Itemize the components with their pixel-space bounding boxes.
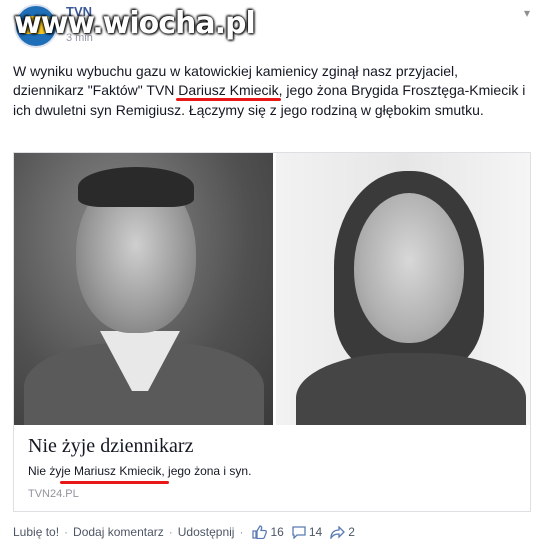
comment-link[interactable]: Dodaj komentarz <box>73 525 164 539</box>
photo-man <box>14 153 273 425</box>
comment-bubble-icon <box>292 525 306 539</box>
photo-woman-body <box>296 353 526 425</box>
separator-dot: · <box>239 525 244 539</box>
post-header: TVN 3 min www.wiocha.pl ▾ <box>0 0 544 56</box>
likes-stat[interactable]: 16 <box>252 525 284 539</box>
photo-woman-head <box>354 193 464 343</box>
card-desc-name: Mariusz Kmiecik <box>74 464 162 478</box>
comments-stat[interactable]: 14 <box>292 525 322 539</box>
photo-woman <box>276 153 530 425</box>
watermark-logo: www.wiocha.pl <box>14 6 256 41</box>
card-source: TVN24.PL <box>28 488 79 500</box>
likes-count: 16 <box>270 525 284 539</box>
card-description: Nie żyje Mariusz Kmiecik, jego żona i sy… <box>28 464 251 478</box>
post-actions: Lubię to! · Dodaj komentarz · Udostępnij… <box>13 525 355 539</box>
like-link[interactable]: Lubię to! <box>13 525 59 539</box>
card-desc-part: Nie żyje <box>28 464 75 478</box>
photo-man-hair <box>78 167 194 207</box>
separator-dot: · <box>168 525 173 539</box>
post-message: W wyniku wybuchu gazu w katowickiej kami… <box>13 62 531 120</box>
highlighted-name-link[interactable]: Dariusz Kmiecik <box>178 82 278 98</box>
thumbs-up-icon <box>252 525 268 539</box>
link-preview-card[interactable]: Nie żyje dziennikarz Nie żyje Mariusz Km… <box>13 152 531 512</box>
card-image[interactable] <box>14 153 530 425</box>
chevron-down-icon[interactable]: ▾ <box>520 6 534 20</box>
share-arrow-icon <box>330 525 346 539</box>
card-desc-part: , jego żona i syn. <box>161 464 252 478</box>
card-title[interactable]: Nie żyje dziennikarz <box>28 435 193 458</box>
comments-count: 14 <box>308 525 323 539</box>
shares-stat[interactable]: 2 <box>330 525 355 539</box>
share-link[interactable]: Udostępnij <box>178 525 235 539</box>
shares-count: 2 <box>348 525 355 539</box>
separator-dot: · <box>64 525 69 539</box>
